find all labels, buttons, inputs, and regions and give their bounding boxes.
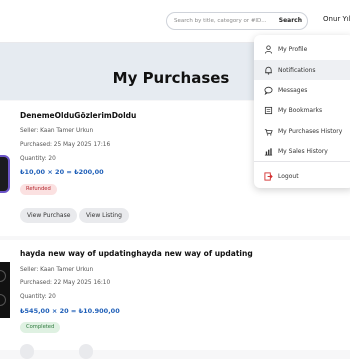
- menu-item-logout[interactable]: Logout: [254, 166, 350, 186]
- view-listing-button[interactable]: View Listing: [79, 208, 129, 223]
- product-thumbnail[interactable]: [0, 262, 10, 318]
- view-listing-button[interactable]: [79, 344, 93, 359]
- menu-item-label: My Profile: [278, 45, 308, 53]
- seller-text: Seller: Kaan Tamer Urkun: [20, 128, 94, 134]
- bookmark-icon: [263, 105, 273, 115]
- quantity-text: Quantity: 20: [20, 294, 56, 300]
- view-purchase-button[interactable]: [20, 344, 34, 359]
- menu-item-messages[interactable]: Messages: [254, 80, 350, 100]
- price-total: ₺10,00 × 20 = ₺200,00: [20, 168, 104, 176]
- logout-icon: [263, 171, 273, 181]
- menu-item-label: My Sales History: [278, 147, 328, 155]
- menu-divider: [254, 161, 350, 162]
- purchase-card: hayda new way of updatinghayda new way o…: [0, 240, 350, 359]
- purchased-date: Purchased: 25 May 2025 17:16: [20, 142, 111, 148]
- purchase-title: DenemeOlduGözlerimDoldu: [20, 111, 137, 120]
- user-icon: [263, 44, 273, 54]
- status-badge: Completed: [20, 322, 61, 333]
- menu-item-label: Notifications: [278, 66, 316, 74]
- user-menu-toggle[interactable]: Onur Yıl: [323, 15, 350, 23]
- user-dropdown-menu: My Profile Notifications Messages My Boo…: [254, 35, 350, 188]
- menu-item-my-bookmarks[interactable]: My Bookmarks: [254, 100, 350, 120]
- basket-icon: [263, 126, 273, 136]
- menu-item-notifications[interactable]: Notifications: [254, 60, 350, 80]
- menu-item-my-profile[interactable]: My Profile: [254, 39, 350, 59]
- chat-bubble-icon: [263, 85, 273, 95]
- menu-item-my-sales-history[interactable]: My Sales History: [254, 141, 350, 161]
- search-button[interactable]: Search: [279, 13, 302, 29]
- purchased-date: Purchased: 22 May 2025 16:10: [20, 280, 111, 286]
- search-box[interactable]: Search: [166, 12, 308, 30]
- menu-item-label: My Purchases History: [278, 127, 343, 135]
- menu-item-my-purchases-history[interactable]: My Purchases History: [254, 121, 350, 141]
- product-thumbnail[interactable]: [0, 155, 10, 193]
- price-total: ₺545,00 × 20 = ₺10.900,00: [20, 307, 120, 315]
- quantity-text: Quantity: 20: [20, 156, 56, 162]
- status-badge: Refunded: [20, 184, 57, 195]
- menu-item-label: Logout: [278, 172, 299, 180]
- view-purchase-button[interactable]: View Purchase: [20, 208, 78, 223]
- menu-item-label: Messages: [278, 86, 308, 94]
- seller-text: Seller: Kaan Tamer Urkun: [20, 267, 94, 273]
- search-input[interactable]: [174, 13, 274, 29]
- sales-chart-icon: [263, 146, 273, 156]
- menu-item-label: My Bookmarks: [278, 106, 323, 114]
- bell-icon: [263, 65, 273, 75]
- purchase-title: hayda new way of updatinghayda new way o…: [20, 249, 253, 258]
